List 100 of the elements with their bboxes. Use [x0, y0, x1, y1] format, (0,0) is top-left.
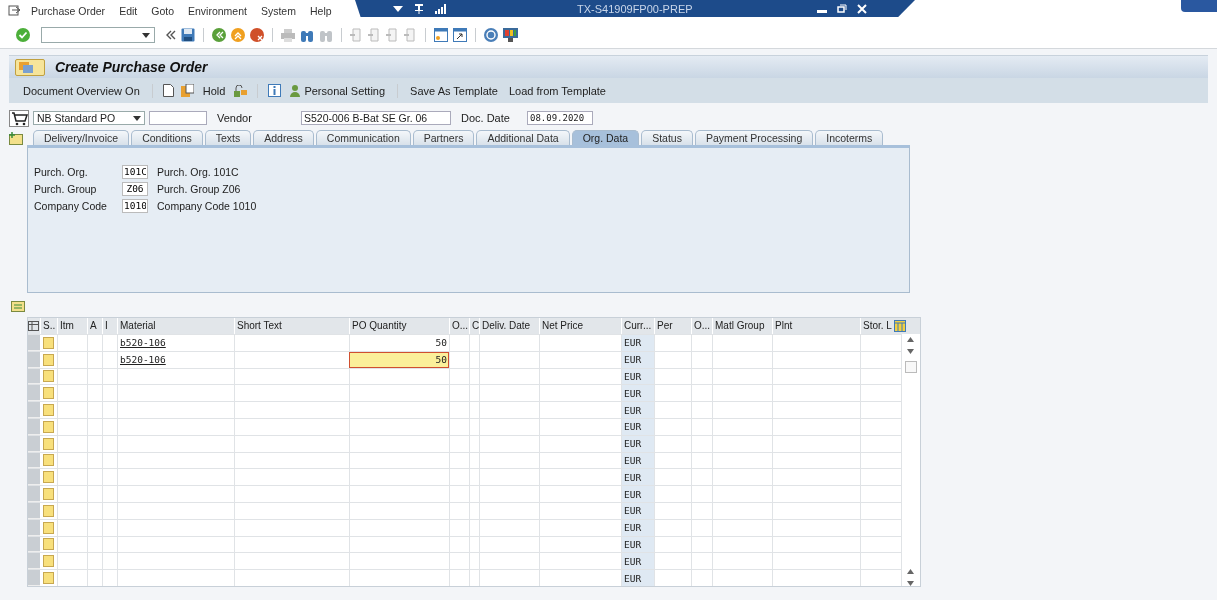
column-header[interactable]: Short Text [234, 318, 349, 334]
restore-icon[interactable] [837, 4, 847, 13]
double-chevron-icon[interactable] [166, 30, 176, 40]
field-label: Company Code [34, 199, 108, 212]
layout-icon[interactable] [894, 320, 906, 332]
command-field[interactable] [41, 27, 155, 43]
table-cell[interactable]: 50 [435, 354, 447, 366]
binoculars-icon[interactable] [300, 28, 314, 42]
column-header[interactable]: O... [449, 318, 469, 334]
exit-icon[interactable] [231, 28, 245, 42]
scroll-down-icon[interactable] [907, 580, 914, 586]
column-header[interactable]: O... [691, 318, 712, 334]
info-icon[interactable] [268, 84, 282, 97]
code-field[interactable]: 101C [122, 164, 148, 179]
cart-icon[interactable] [9, 109, 29, 127]
status-icon [43, 353, 54, 366]
tab[interactable]: Org. Data [571, 130, 640, 145]
table-cell[interactable]: b520-106 [120, 337, 166, 349]
monitor-icon[interactable] [503, 28, 518, 42]
column-header[interactable]: C [469, 318, 479, 334]
close-icon[interactable] [857, 3, 867, 14]
tab[interactable]: Additional Data [476, 130, 570, 145]
status-icon [43, 538, 54, 551]
tab[interactable]: Payment Processing [694, 130, 814, 145]
column-header[interactable]: Material [117, 318, 234, 334]
column-header[interactable]: Itm [57, 318, 87, 334]
column-header[interactable]: PO Quantity [349, 318, 449, 334]
scroll-down-icon[interactable] [907, 349, 914, 354]
column-header[interactable]: I [102, 318, 117, 334]
tab[interactable]: Status [641, 130, 693, 145]
menu-item[interactable]: Purchase Order [31, 5, 106, 17]
table-cell[interactable]: b520-106 [120, 354, 166, 366]
toolbar-button[interactable]: Load from Template [506, 84, 608, 97]
input-field[interactable] [149, 111, 207, 125]
lock-icon[interactable] [234, 84, 248, 97]
date-field[interactable]: 08.09.2020 [527, 111, 593, 125]
toolbar-button[interactable]: Hold [200, 84, 228, 97]
menu-item[interactable]: System [260, 5, 296, 17]
pin-icon[interactable] [413, 3, 425, 14]
column-header[interactable]: A [87, 318, 102, 334]
table-cell: EUR [624, 471, 642, 483]
document-type-dropdown[interactable]: NB Standard PO [33, 111, 145, 125]
tab[interactable]: Delivery/Invoice [33, 130, 130, 145]
status-icon [43, 387, 54, 400]
menu-item[interactable]: Help [309, 5, 332, 17]
status-icon [43, 454, 54, 467]
table-settings-icon[interactable] [28, 321, 39, 331]
vendor-field[interactable]: S520-006 B-Bat SE Gr. 06 [301, 111, 451, 125]
column-header[interactable]: Per [654, 318, 691, 334]
vertical-scrollbar[interactable] [901, 334, 919, 586]
field-label: Doc. Date [460, 112, 511, 124]
personal-setting-button[interactable]: Personal Setting [288, 84, 388, 97]
window-title: TX-S41909FP00-PREP [577, 2, 694, 15]
page-icon[interactable] [386, 28, 399, 42]
page-icon[interactable] [404, 28, 417, 42]
status-icon [43, 555, 54, 568]
cancel-icon[interactable] [250, 28, 264, 42]
table-cell: EUR [624, 538, 642, 550]
print-icon[interactable] [281, 28, 295, 42]
scroll-up-icon[interactable] [907, 337, 914, 342]
toolbar-button[interactable]: Save As Template [408, 84, 500, 97]
column-header[interactable]: Plnt [772, 318, 860, 334]
tab[interactable]: Communication [315, 130, 411, 145]
code-field[interactable]: Z06 [122, 181, 148, 196]
menu-icon[interactable] [8, 5, 21, 17]
scroll-up-icon[interactable] [907, 568, 914, 574]
column-header[interactable]: S.. [40, 318, 57, 334]
table-cell: EUR [624, 522, 642, 534]
tab[interactable]: Conditions [131, 130, 203, 145]
shortcut-icon[interactable] [453, 28, 467, 42]
back-icon[interactable] [212, 28, 226, 42]
document-icon[interactable] [162, 84, 174, 97]
tab[interactable]: Texts [204, 130, 252, 145]
code-field[interactable]: 1010 [122, 198, 148, 213]
table-cell: EUR [624, 387, 642, 399]
scroll-thumb[interactable] [904, 361, 917, 373]
save-icon[interactable] [181, 28, 195, 42]
table-cell: EUR [624, 354, 642, 366]
tab[interactable]: Partners [412, 130, 475, 145]
column-header[interactable]: Matl Group [712, 318, 772, 334]
tab[interactable]: Address [253, 130, 314, 145]
table-cell[interactable]: 50 [435, 337, 447, 349]
status-icon [43, 437, 54, 450]
column-header[interactable]: Curr... [621, 318, 654, 334]
status-icon [43, 471, 54, 484]
page-icon[interactable] [368, 28, 381, 42]
menu-button[interactable] [15, 58, 45, 76]
page-icon[interactable] [350, 28, 363, 42]
person-icon [290, 84, 303, 97]
menu-item[interactable]: Edit [119, 5, 138, 17]
toolbar-button[interactable]: Document Overview On [21, 84, 142, 97]
menu-item[interactable]: Environment [188, 5, 247, 17]
tab[interactable]: Incoterms [815, 130, 884, 145]
window-icon[interactable] [434, 28, 448, 42]
column-header[interactable]: Deliv. Date [479, 318, 539, 334]
check-icon[interactable] [16, 28, 30, 42]
menu-item[interactable]: Goto [151, 5, 174, 17]
clipboard-icon[interactable] [180, 84, 194, 97]
caret-icon[interactable] [393, 5, 403, 12]
column-header[interactable]: Net Price [539, 318, 621, 334]
